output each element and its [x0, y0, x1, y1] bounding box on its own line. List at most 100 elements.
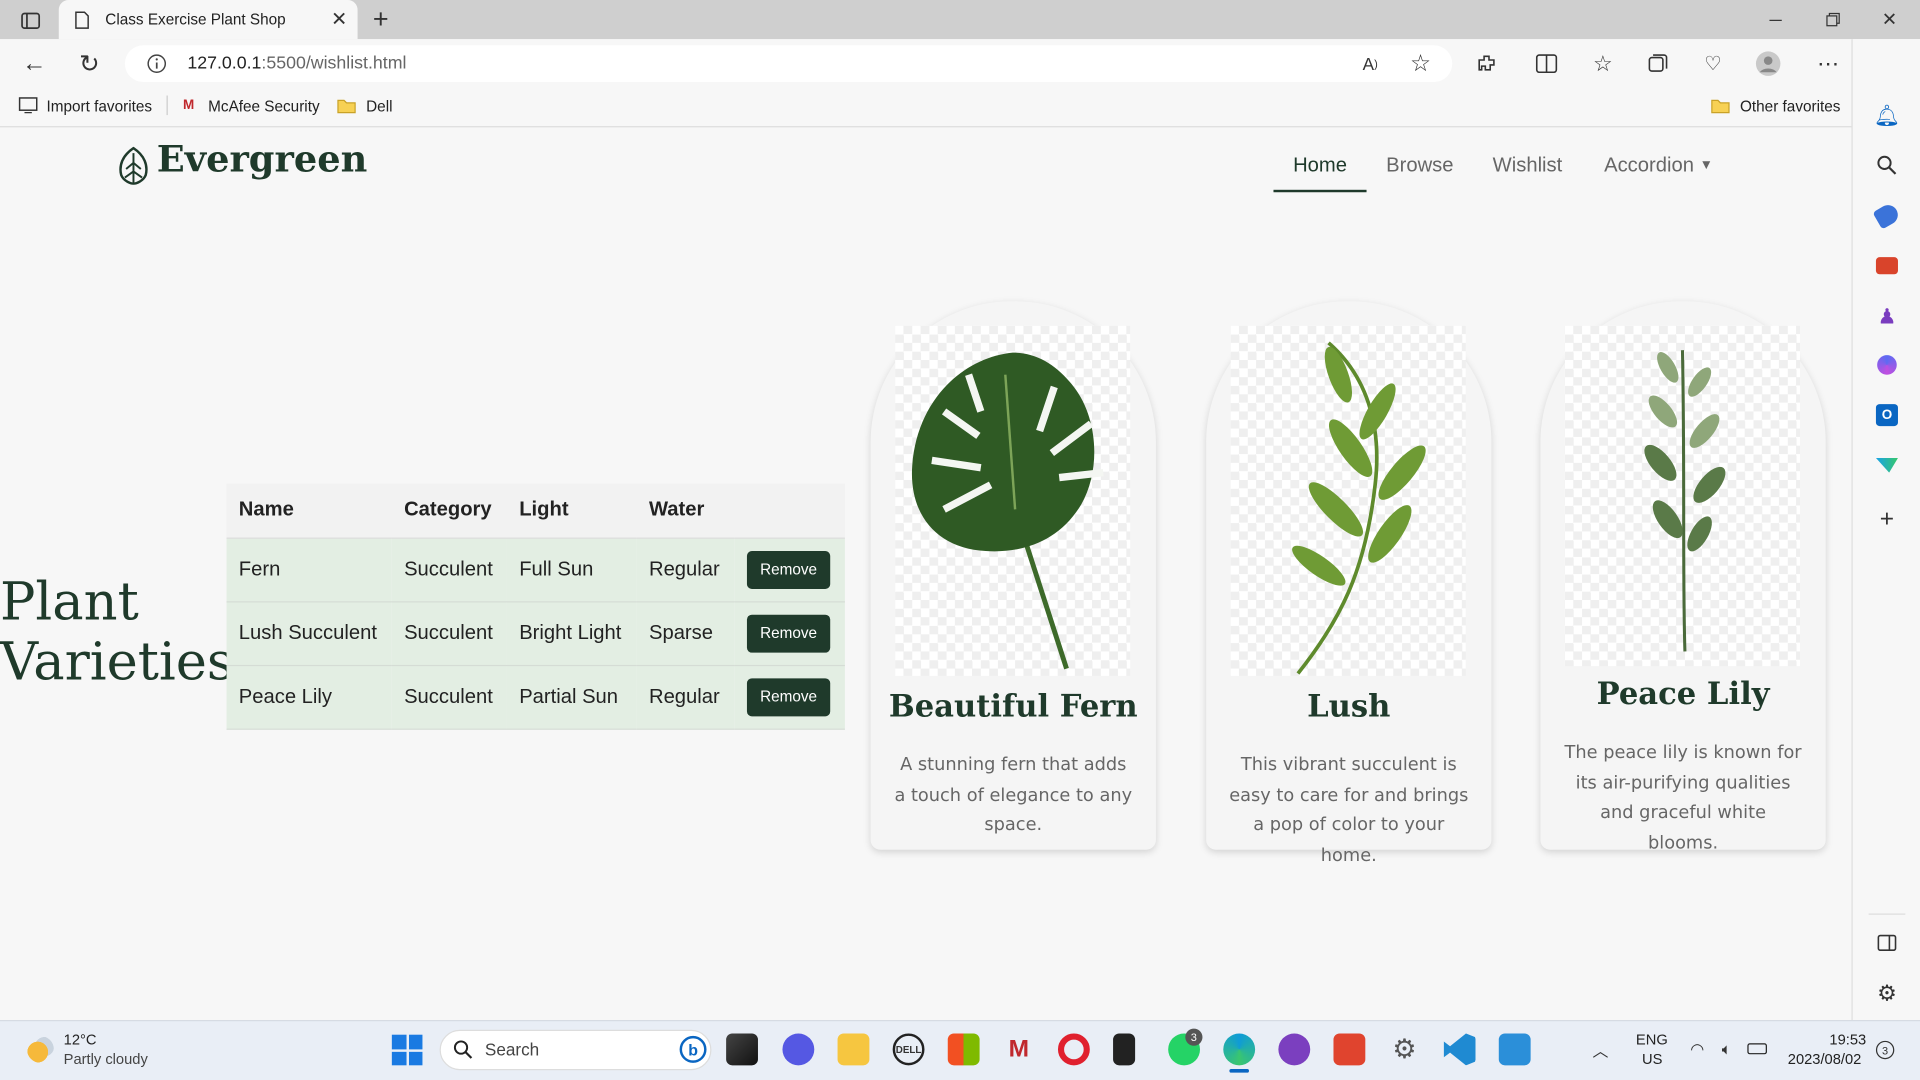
search-bing-icon[interactable]: b [679, 1035, 707, 1063]
extensions-icon[interactable] [1473, 50, 1500, 77]
new-tab-icon[interactable]: + [367, 4, 394, 35]
task-view-icon[interactable] [726, 1033, 758, 1066]
weather-desc[interactable]: Partly cloudy [64, 1051, 148, 1068]
lang-1[interactable]: ENG [1636, 1031, 1668, 1048]
app-blue-icon[interactable] [1498, 1033, 1531, 1066]
app-dark-icon[interactable] [1113, 1033, 1136, 1066]
minimize-icon[interactable]: ─ [1763, 7, 1787, 31]
tab-actions-icon[interactable] [17, 7, 44, 34]
collections-icon[interactable] [1645, 50, 1672, 77]
taskbar-search[interactable] [439, 1029, 712, 1071]
wifi-icon[interactable]: ◠ [1686, 1038, 1708, 1060]
card-description: This vibrant succulent is easy to care f… [1229, 755, 1469, 866]
cell-light: Partial Sun [506, 664, 637, 730]
edge-icon[interactable] [1223, 1033, 1256, 1066]
cell-light: Bright Light [506, 601, 637, 666]
clock-time[interactable]: 19:53 [1829, 1031, 1866, 1048]
caret-down-icon: ▼ [1699, 157, 1713, 173]
whatsapp-badge: 3 [1185, 1028, 1203, 1046]
fav-other[interactable]: Other favorites [1740, 98, 1840, 115]
plant-card[interactable]: Peace Lily The peace lily is known for i… [1540, 301, 1826, 853]
profile-avatar-icon[interactable] [1753, 49, 1782, 78]
page-icon [73, 10, 90, 30]
card-description: A stunning fern that adds a touch of ele… [894, 755, 1133, 836]
back-icon[interactable]: ← [20, 49, 49, 78]
card-description: The peace lily is known for its air-puri… [1564, 743, 1802, 853]
edge-active-indicator [1229, 1068, 1249, 1073]
url-host: 127.0.0.1 [187, 53, 262, 74]
app-red-icon[interactable] [1333, 1033, 1366, 1066]
nav-home[interactable]: Home [1273, 154, 1367, 193]
nav-accordion-label: Accordion [1604, 154, 1694, 177]
page-heading: Plant Varieties [0, 571, 234, 694]
office-icon[interactable] [1877, 355, 1897, 375]
card-title: Lush [1307, 688, 1391, 724]
fav-import[interactable]: Import favorites [47, 98, 152, 115]
fav-divider [166, 95, 168, 116]
nav-browse[interactable]: Browse [1386, 154, 1453, 177]
volume-icon[interactable]: 🔈︎ [1716, 1038, 1738, 1060]
table-header-row: Name Category Light Water [226, 483, 845, 539]
site-info-icon[interactable] [144, 51, 168, 75]
weather-temp[interactable]: 12°C [64, 1031, 97, 1048]
wishlist-table: Name Category Light Water Fern Succulent… [226, 483, 845, 730]
split-screen-icon[interactable] [1533, 50, 1560, 77]
sidebar-settings-icon[interactable]: ⚙ [1873, 980, 1900, 1007]
chat-icon[interactable] [782, 1033, 815, 1066]
card-title: Beautiful Fern [888, 688, 1138, 724]
outlook-icon[interactable]: O [1875, 404, 1898, 427]
add-sidebar-icon[interactable]: + [1873, 505, 1900, 533]
favorite-star-icon[interactable]: ☆ [1407, 50, 1434, 77]
clock-date[interactable]: 2023/08/02 [1788, 1051, 1862, 1068]
close-window-icon[interactable]: ✕ [1877, 7, 1901, 31]
refresh-icon[interactable]: ↻ [75, 49, 104, 78]
restore-icon[interactable] [1821, 7, 1845, 31]
card-title: Peace Lily [1596, 675, 1770, 712]
file-explorer-icon[interactable] [837, 1033, 870, 1066]
sidebar-search-icon[interactable] [1873, 152, 1900, 179]
heading-line-1: Plant [0, 571, 139, 634]
notifications-icon[interactable]: 🔔︎ [1873, 103, 1900, 130]
plant-image [895, 325, 1131, 676]
weather-icon[interactable] [26, 1035, 54, 1063]
dell-icon[interactable]: DELL [892, 1033, 925, 1066]
cell-water: Regular [636, 664, 735, 730]
notification-count[interactable]: 3 [1875, 1040, 1895, 1060]
tray-chevron-icon[interactable]: ︿ [1589, 1038, 1611, 1060]
lang-2[interactable]: US [1642, 1051, 1662, 1068]
url-text[interactable]: 127.0.0.1:5500/wishlist.html [187, 54, 406, 74]
podcast-icon[interactable] [1278, 1033, 1311, 1066]
tools-icon[interactable] [1875, 257, 1898, 275]
fav-dell[interactable]: Dell [366, 98, 392, 115]
heading-line-2: Varieties [0, 631, 234, 694]
store-icon[interactable] [947, 1033, 980, 1066]
nav-wishlist[interactable]: Wishlist [1493, 154, 1563, 177]
settings-app-icon[interactable]: ⚙ [1389, 1033, 1421, 1065]
cell-light: Full Sun [506, 537, 637, 602]
col-light: Light [506, 483, 637, 539]
opera-icon[interactable] [1057, 1033, 1090, 1066]
remove-button[interactable]: Remove [746, 677, 831, 716]
nav-accordion[interactable]: Accordion ▼ [1604, 154, 1713, 177]
battery-icon[interactable] [1747, 1043, 1767, 1055]
start-icon[interactable] [391, 1034, 423, 1066]
cell-water: Sparse [636, 601, 735, 666]
more-menu-icon[interactable]: ⋯ [1815, 50, 1842, 77]
hide-sidebar-icon[interactable] [1873, 929, 1900, 956]
remove-button[interactable]: Remove [746, 550, 831, 589]
read-aloud-icon[interactable]: A) [1357, 51, 1384, 75]
site-logo[interactable]: Evergreen [157, 138, 368, 181]
col-category: Category [391, 483, 507, 539]
folder-icon [336, 96, 358, 116]
favorites-icon[interactable]: ☆ [1589, 50, 1616, 77]
cell-name: Peace Lily [226, 664, 392, 730]
url-path: :5500/wishlist.html [261, 53, 407, 74]
fav-mcafee[interactable]: McAfee Security [208, 98, 319, 115]
close-tab-icon[interactable]: ✕ [328, 7, 350, 31]
plant-card[interactable]: Beautiful Fern A stunning fern that adds… [870, 301, 1156, 850]
mcafee-taskbar-icon[interactable]: M [1003, 1033, 1035, 1065]
games-icon[interactable]: ♟ [1873, 304, 1900, 331]
plant-card[interactable]: Lush This vibrant succulent is easy to c… [1206, 301, 1492, 865]
remove-button[interactable]: Remove [746, 614, 831, 653]
browser-essentials-icon[interactable]: ♡ [1700, 50, 1727, 77]
